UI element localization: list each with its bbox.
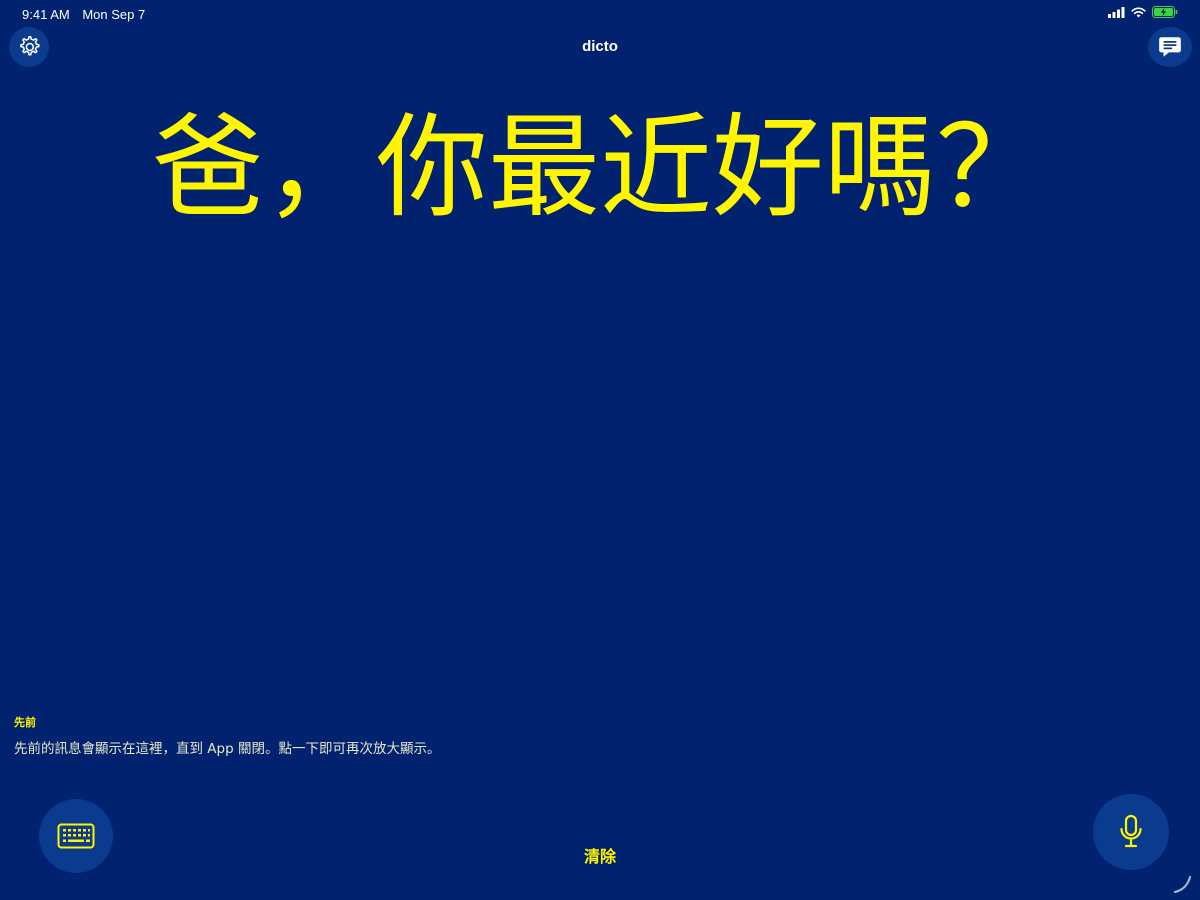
message-bubble-icon	[1159, 37, 1181, 57]
microphone-icon	[1120, 814, 1142, 848]
status-right	[1108, 6, 1178, 18]
previous-section-label: 先前	[14, 716, 36, 729]
battery-charging-icon	[1152, 6, 1178, 18]
microphone-button[interactable]	[1093, 794, 1169, 870]
cellular-signal-icon	[1108, 6, 1125, 18]
app-title: dicto	[582, 38, 618, 55]
status-left: 9:41 AM Mon Sep 7	[22, 7, 154, 22]
keyboard-button[interactable]	[39, 799, 113, 873]
previous-section-description: 先前的訊息會顯示在這裡，直到 App 關閉。點一下即可再次放大顯示。	[14, 741, 441, 757]
keyboard-icon	[57, 823, 95, 849]
dictated-text[interactable]: 爸，你最近好嗎？	[40, 100, 1160, 236]
resize-handle-icon	[1173, 875, 1192, 894]
status-date: Mon Sep 7	[82, 7, 146, 22]
messages-button[interactable]	[1148, 27, 1192, 67]
clear-button[interactable]: 清除	[560, 843, 640, 867]
status-bar: 9:41 AM Mon Sep 7	[0, 0, 1200, 28]
wifi-icon	[1131, 7, 1146, 17]
status-time: 9:41 AM	[22, 7, 70, 22]
